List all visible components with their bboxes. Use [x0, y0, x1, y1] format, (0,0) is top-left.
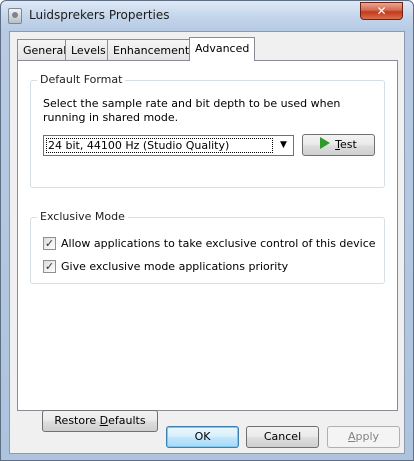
restore-label-pre: Restore	[54, 414, 100, 427]
chevron-down-icon: ▼	[280, 140, 287, 150]
restore-defaults-button[interactable]: Restore Defaults	[42, 410, 158, 432]
sample-rate-dropdown[interactable]: 24 bit, 44100 Hz (Studio Quality) ▼	[43, 135, 294, 156]
allow-exclusive-control-label: Allow applications to take exclusive con…	[61, 237, 376, 250]
exclusive-mode-title: Exclusive Mode	[37, 210, 128, 223]
tab-advanced-label: Advanced	[195, 42, 250, 55]
properties-window: Luidsprekers Properties ✕ General Levels…	[0, 0, 414, 461]
window-title: Luidsprekers Properties	[29, 8, 170, 22]
close-button[interactable]: ✕	[360, 2, 403, 20]
apply-label: pply	[355, 430, 380, 443]
apply-accel: A	[347, 430, 356, 443]
tab-general-label: General	[23, 44, 67, 57]
advanced-tab-panel: Default Format Select the sample rate an…	[17, 60, 398, 432]
exclusive-priority-label: Give exclusive mode applications priorit…	[61, 260, 289, 273]
restore-label-post: efaults	[108, 414, 146, 427]
default-format-group: Default Format Select the sample rate an…	[30, 73, 385, 188]
tab-levels[interactable]: Levels	[65, 39, 112, 60]
ok-button[interactable]: OK	[166, 426, 239, 448]
apply-button[interactable]: Apply	[327, 426, 400, 448]
play-icon	[320, 137, 331, 149]
cancel-button[interactable]: Cancel	[246, 426, 319, 448]
default-format-description: Select the sample rate and bit depth to …	[43, 97, 341, 124]
tab-enhancements-label: Enhancements	[113, 44, 195, 57]
cancel-label: Cancel	[263, 430, 302, 443]
ok-label: OK	[194, 430, 211, 443]
checkbox-checked-icon[interactable]: ✓	[43, 260, 56, 273]
tab-advanced[interactable]: Advanced	[189, 37, 256, 61]
checkbox-checked-icon[interactable]: ✓	[43, 237, 56, 250]
dialog-client-area: General Levels Enhancements Advanced Def…	[9, 31, 405, 454]
speaker-properties-icon	[8, 8, 22, 24]
tab-levels-label: Levels	[71, 44, 106, 57]
exclusive-mode-group: Exclusive Mode ✓ Allow applications to t…	[30, 210, 385, 284]
sample-rate-selected: 24 bit, 44100 Hz (Studio Quality)	[46, 138, 273, 153]
tab-enhancements[interactable]: Enhancements	[107, 39, 201, 60]
default-format-title: Default Format	[37, 73, 126, 86]
title-bar[interactable]: Luidsprekers Properties ✕	[1, 1, 413, 31]
restore-accel: D	[99, 414, 109, 427]
test-label: est	[340, 138, 357, 151]
close-icon: ✕	[376, 4, 387, 18]
test-button[interactable]: Test	[302, 134, 375, 156]
